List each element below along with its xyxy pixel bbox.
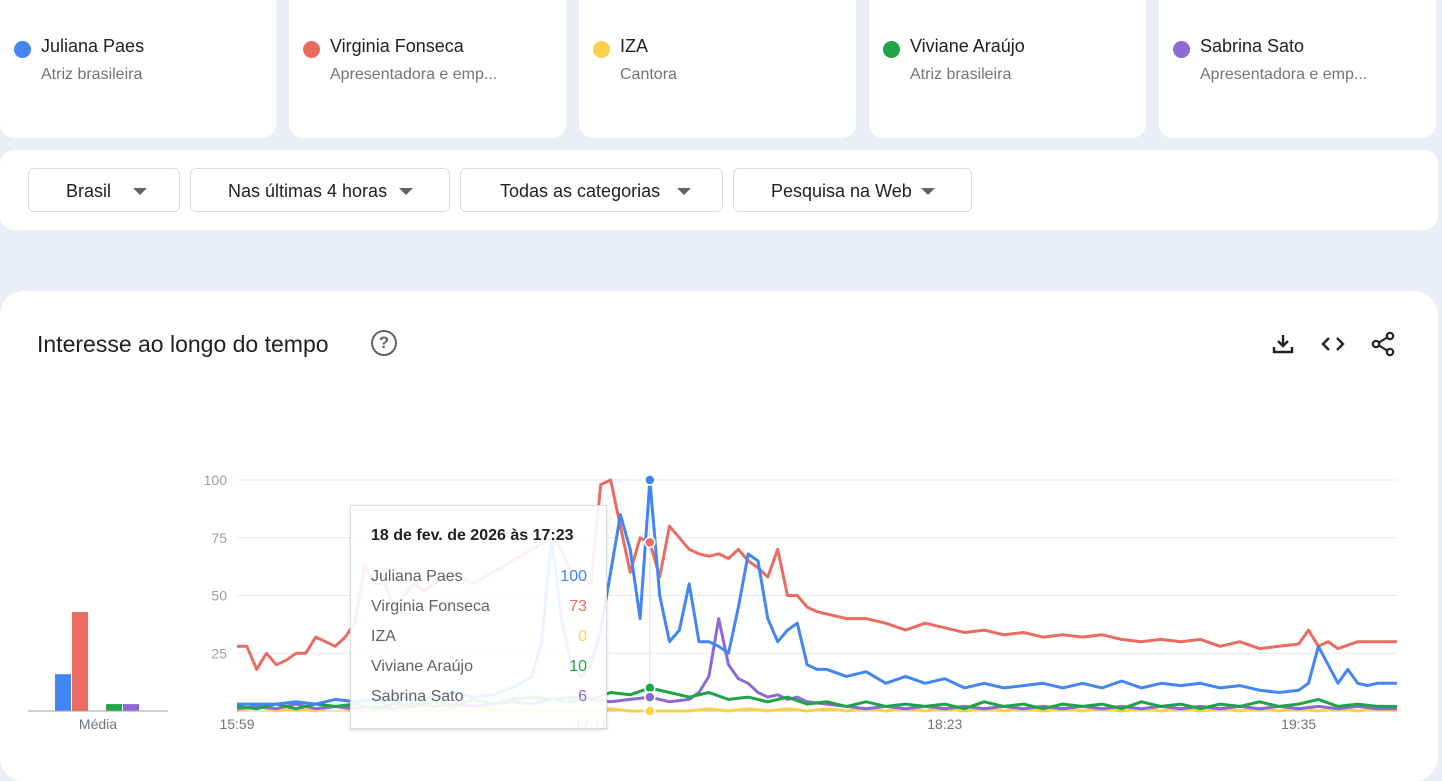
tooltip-term: Juliana Paes xyxy=(371,568,463,585)
tooltip-value: 6 xyxy=(578,688,587,705)
x-tick-label: 19:35 xyxy=(1281,716,1316,732)
chevron-down-icon xyxy=(677,188,691,195)
search-type-dropdown[interactable]: Pesquisa na Web xyxy=(733,168,972,212)
tooltip-title: 18 de fev. de 2026 às 17:23 xyxy=(371,527,574,544)
term-subtitle: Atriz brasileira xyxy=(910,66,1012,83)
term-color-dot xyxy=(303,41,320,58)
y-tick-label: 25 xyxy=(211,645,227,661)
term-color-dot xyxy=(1173,41,1190,58)
chevron-down-icon xyxy=(921,188,935,195)
highlight-point xyxy=(644,474,656,486)
tooltip-row: Viviane Araújo 10 xyxy=(371,658,587,678)
average-label: Média xyxy=(79,716,117,732)
term-subtitle: Cantora xyxy=(620,66,677,83)
tooltip-term: Virginia Fonseca xyxy=(371,598,490,615)
term-card-iza[interactable]: IZA Cantora xyxy=(579,0,856,138)
average-bar xyxy=(55,674,71,711)
term-subtitle: Apresentadora e emp... xyxy=(1200,66,1368,83)
tooltip-value: 100 xyxy=(560,568,587,585)
time-range-dropdown-label: Nas últimas 4 horas xyxy=(228,181,388,201)
y-tick-label: 50 xyxy=(211,588,227,604)
tooltip-value: 10 xyxy=(569,658,587,675)
term-color-dot xyxy=(14,41,31,58)
time-range-dropdown[interactable]: Nas últimas 4 horas xyxy=(190,168,450,212)
x-tick-label: 18:23 xyxy=(927,716,962,732)
tooltip-value: 0 xyxy=(578,628,587,645)
term-name: Sabrina Sato xyxy=(1200,36,1305,56)
category-dropdown-label: Todas as categorias xyxy=(500,181,661,201)
term-name: Viviane Araújo xyxy=(910,36,1025,56)
chevron-down-icon xyxy=(133,188,147,195)
average-bar xyxy=(72,612,88,711)
search-type-dropdown-label: Pesquisa na Web xyxy=(771,181,912,201)
y-tick-label: 100 xyxy=(204,472,228,488)
region-dropdown[interactable]: Brasil xyxy=(28,168,180,212)
term-name: Virginia Fonseca xyxy=(330,36,464,56)
chart-area: 25507510015:5917:1118:2319:35Média xyxy=(0,291,1442,767)
term-subtitle: Apresentadora e emp... xyxy=(330,66,498,83)
chevron-down-icon xyxy=(399,188,413,195)
y-tick-label: 75 xyxy=(211,530,227,546)
term-card-sabrina-sato[interactable]: Sabrina Sato Apresentadora e emp... xyxy=(1159,0,1436,138)
tooltip-term: IZA xyxy=(371,628,396,645)
term-name: IZA xyxy=(620,36,649,56)
term-color-dot xyxy=(883,41,900,58)
highlight-point xyxy=(644,536,656,549)
highlight-point xyxy=(644,705,656,717)
term-card-viviane-araujo[interactable]: Viviane Araújo Atriz brasileira xyxy=(869,0,1146,138)
tooltip-row: Sabrina Sato 6 xyxy=(371,688,587,708)
tooltip-term: Sabrina Sato xyxy=(371,688,464,705)
tooltip-row: IZA 0 xyxy=(371,628,587,648)
chart-tooltip: 18 de fev. de 2026 às 17:23 Juliana Paes… xyxy=(350,505,607,729)
term-subtitle: Atriz brasileira xyxy=(41,66,143,83)
term-color-dot xyxy=(593,41,610,58)
tooltip-row: Virginia Fonseca 73 xyxy=(371,598,587,618)
tooltip-value: 73 xyxy=(569,598,587,615)
category-dropdown[interactable]: Todas as categorias xyxy=(460,168,723,212)
term-name: Juliana Paes xyxy=(41,36,145,56)
highlight-point xyxy=(644,691,656,703)
term-card-juliana-paes[interactable]: Juliana Paes Atriz brasileira xyxy=(0,0,276,138)
term-card-virginia-fonseca[interactable]: Virginia Fonseca Apresentadora e emp... xyxy=(289,0,566,138)
region-dropdown-label: Brasil xyxy=(66,181,112,201)
x-tick-label: 15:59 xyxy=(219,716,254,732)
average-bar xyxy=(106,704,122,711)
tooltip-row: Juliana Paes 100 xyxy=(371,568,587,588)
average-bar xyxy=(123,704,139,711)
interest-chart[interactable]: 25507510015:5917:1118:2319:35Média xyxy=(0,291,1442,767)
filter-bar: Brasil Nas últimas 4 horas Todas as cate… xyxy=(0,150,1438,230)
tooltip-term: Viviane Araújo xyxy=(371,658,473,675)
